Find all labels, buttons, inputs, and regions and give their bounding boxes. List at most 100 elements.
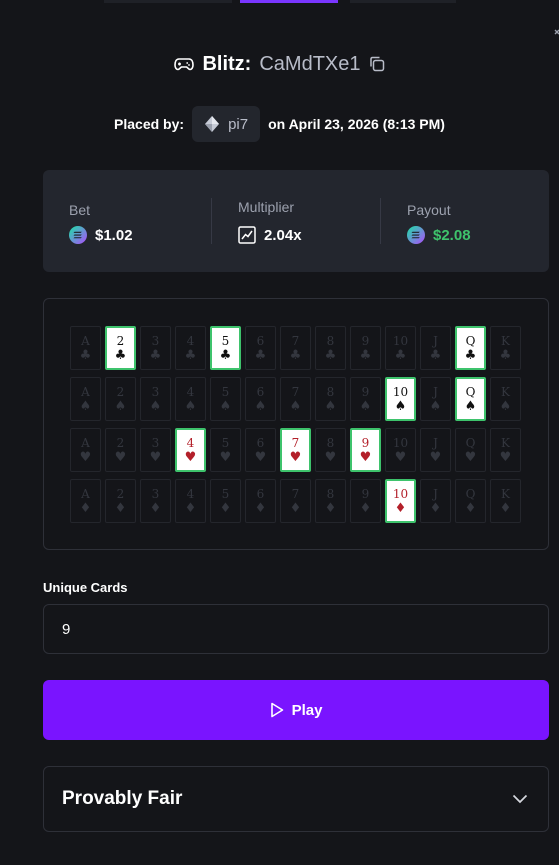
card-a-3[interactable]: A ♦ [70, 479, 101, 523]
card-2-1[interactable]: 2 ♠ [105, 377, 136, 421]
card-3-2[interactable]: 3 ♥ [140, 428, 171, 472]
card-8-2[interactable]: 8 ♥ [315, 428, 346, 472]
card-6-0[interactable]: 6 ♣ [245, 326, 276, 370]
card-suit: ♠ [289, 398, 302, 414]
card-suit: ♣ [254, 347, 267, 363]
card-2-3[interactable]: 2 ♦ [105, 479, 136, 523]
chevron-down-icon [512, 794, 528, 804]
tab-indicator-active[interactable] [240, 0, 338, 3]
card-suit: ♦ [79, 500, 92, 516]
card-6-1[interactable]: 6 ♠ [245, 377, 276, 421]
card-rank: A [81, 435, 90, 450]
card-9-0[interactable]: 9 ♣ [350, 326, 381, 370]
card-9-1[interactable]: 9 ♠ [350, 377, 381, 421]
card-j-2[interactable]: J ♥ [420, 428, 451, 472]
card-suit: ♠ [394, 398, 407, 414]
payout-value: $2.08 [433, 226, 471, 244]
card-j-1[interactable]: J ♠ [420, 377, 451, 421]
card-7-2[interactable]: 7 ♥ [280, 428, 311, 472]
card-8-1[interactable]: 8 ♠ [315, 377, 346, 421]
card-q-2[interactable]: Q ♥ [455, 428, 486, 472]
card-j-3[interactable]: J ♦ [420, 479, 451, 523]
card-rank: 2 [116, 384, 125, 399]
tab-indicator-right[interactable] [350, 0, 456, 3]
card-suit: ♣ [394, 347, 407, 363]
copy-icon[interactable] [369, 56, 385, 72]
user-chip[interactable]: pi7 [192, 106, 261, 142]
card-q-1[interactable]: Q ♠ [455, 377, 486, 421]
card-suit: ♠ [149, 398, 162, 414]
card-suit: ♣ [184, 347, 197, 363]
card-suit: ♥ [499, 449, 512, 465]
stat-divider [211, 198, 212, 244]
card-rank: 3 [151, 486, 160, 501]
card-rank: 8 [326, 384, 335, 399]
payout-label: Payout [407, 202, 451, 218]
card-6-3[interactable]: 6 ♦ [245, 479, 276, 523]
card-7-0[interactable]: 7 ♣ [280, 326, 311, 370]
card-4-0[interactable]: 4 ♣ [175, 326, 206, 370]
close-icon[interactable] [553, 28, 559, 42]
tab-indicator-left[interactable] [104, 0, 232, 3]
card-rank: 3 [151, 384, 160, 399]
card-rank: 9 [361, 435, 370, 450]
card-a-1[interactable]: A ♠ [70, 377, 101, 421]
card-suit: ♣ [464, 347, 477, 363]
provably-fair-title: Provably Fair [62, 788, 183, 809]
card-q-3[interactable]: Q ♦ [455, 479, 486, 523]
card-rank: 3 [151, 435, 160, 450]
card-8-0[interactable]: 8 ♣ [315, 326, 346, 370]
card-a-0[interactable]: A ♣ [70, 326, 101, 370]
card-3-1[interactable]: 3 ♠ [140, 377, 171, 421]
card-rank: 9 [361, 333, 370, 348]
card-k-2[interactable]: K ♥ [490, 428, 521, 472]
card-a-2[interactable]: A ♥ [70, 428, 101, 472]
card-suit: ♦ [429, 500, 442, 516]
card-rank: 8 [326, 435, 335, 450]
card-5-1[interactable]: 5 ♠ [210, 377, 241, 421]
card-2-0[interactable]: 2 ♣ [105, 326, 136, 370]
card-suit: ♠ [359, 398, 372, 414]
card-10-0[interactable]: 10 ♣ [385, 326, 416, 370]
card-7-1[interactable]: 7 ♠ [280, 377, 311, 421]
card-9-2[interactable]: 9 ♥ [350, 428, 381, 472]
play-button[interactable]: Play [43, 680, 549, 740]
card-6-2[interactable]: 6 ♥ [245, 428, 276, 472]
card-board: A ♣ 2 ♣ 3 ♣ 4 ♣ 5 ♣ 6 ♣ 7 ♣ 8 ♣ 9 ♣ 10 ♣ J ♣ Q ♣ K ♣ A ♠ 2 ♠ 3 ♠ 4 ♠ 5 ♠ 6 ♠ 7… [43, 298, 549, 550]
card-suit: ♠ [184, 398, 197, 414]
card-j-0[interactable]: J ♣ [420, 326, 451, 370]
provably-fair-accordion[interactable]: Provably Fair [43, 766, 549, 832]
card-rank: K [501, 384, 510, 399]
card-5-0[interactable]: 5 ♣ [210, 326, 241, 370]
card-10-1[interactable]: 10 ♠ [385, 377, 416, 421]
card-4-2[interactable]: 4 ♥ [175, 428, 206, 472]
stat-divider [380, 198, 381, 244]
card-rank: 10 [392, 486, 409, 501]
card-k-1[interactable]: K ♠ [490, 377, 521, 421]
card-9-3[interactable]: 9 ♦ [350, 479, 381, 523]
card-10-3[interactable]: 10 ♦ [385, 479, 416, 523]
card-5-2[interactable]: 5 ♥ [210, 428, 241, 472]
card-k-0[interactable]: K ♣ [490, 326, 521, 370]
card-10-2[interactable]: 10 ♥ [385, 428, 416, 472]
card-suit: ♥ [464, 449, 477, 465]
card-rank: A [81, 333, 90, 348]
card-k-3[interactable]: K ♦ [490, 479, 521, 523]
unique-cards-field[interactable]: 9 [43, 604, 549, 654]
unique-cards-value: 9 [62, 620, 71, 638]
card-5-3[interactable]: 5 ♦ [210, 479, 241, 523]
card-4-1[interactable]: 4 ♠ [175, 377, 206, 421]
card-rank: 6 [256, 486, 265, 501]
card-rank: K [501, 333, 510, 348]
multiplier-value: 2.04x [264, 226, 302, 244]
card-rank: Q [465, 333, 476, 348]
card-4-3[interactable]: 4 ♦ [175, 479, 206, 523]
card-suit: ♥ [149, 449, 162, 465]
card-7-3[interactable]: 7 ♦ [280, 479, 311, 523]
card-3-0[interactable]: 3 ♣ [140, 326, 171, 370]
card-3-3[interactable]: 3 ♦ [140, 479, 171, 523]
card-rank: J [433, 486, 438, 501]
card-2-2[interactable]: 2 ♥ [105, 428, 136, 472]
card-q-0[interactable]: Q ♣ [455, 326, 486, 370]
card-8-3[interactable]: 8 ♦ [315, 479, 346, 523]
